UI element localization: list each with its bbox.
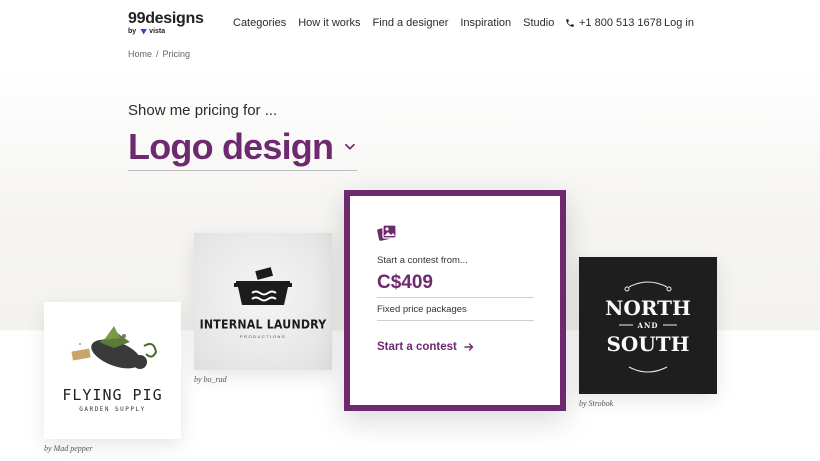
example-logo-card: NORTH AND SOUTH — [579, 257, 717, 394]
and-word: AND — [637, 321, 659, 330]
chevron-down-icon — [345, 143, 355, 150]
north-south-lettering: NORTH AND SOUTH — [605, 281, 691, 373]
breadcrumb-current: Pricing — [162, 49, 191, 59]
nav-item-how-it-works[interactable]: How it works — [298, 17, 360, 29]
divider — [377, 297, 534, 298]
fixed-packages-text: Fixed price packages — [377, 304, 467, 315]
contest-price: C$409 — [377, 272, 433, 293]
nav-item-find-designer[interactable]: Find a designer — [373, 17, 449, 29]
phone-link[interactable]: +1 800 513 1678 — [565, 17, 662, 29]
pricing-prompt: Show me pricing for ... — [128, 102, 278, 119]
arrow-right-icon — [464, 343, 474, 351]
designer-credit[interactable]: by Mad pepper — [44, 444, 92, 453]
nav-item-inspiration[interactable]: Inspiration — [460, 17, 511, 29]
example-logo-card: INTERNAL LAUNDRY PRODUCTIONS — [194, 233, 332, 370]
nav-item-studio[interactable]: Studio — [523, 17, 554, 29]
vista-mark-icon — [140, 28, 148, 35]
breadcrumb-separator: / — [156, 49, 159, 59]
example-logo-subtitle: PRODUCTIONS — [239, 334, 287, 339]
gallery-icon — [377, 224, 397, 241]
brand-logo-sub: by vista — [128, 28, 165, 35]
contest-start-text: Start a contest from... — [377, 255, 468, 266]
example-logo-subtitle: GARDEN SUPPLY — [79, 406, 146, 413]
breadcrumb: Home / Pricing — [128, 49, 190, 59]
start-contest-label: Start a contest — [377, 341, 457, 353]
designer-credit[interactable]: by Strobok — [579, 399, 613, 408]
start-contest-link[interactable]: Start a contest — [377, 341, 475, 353]
breadcrumb-home[interactable]: Home — [128, 49, 152, 59]
example-logo-title: INTERNAL LAUNDRY — [199, 317, 327, 332]
laundry-basket-icon — [234, 267, 292, 305]
example-logo-card: FLYING PIG GARDEN SUPPLY — [44, 302, 181, 439]
flying-pig-illustration — [71, 326, 158, 369]
divider — [377, 320, 534, 321]
login-link[interactable]: Log in — [664, 17, 694, 29]
nav-item-categories[interactable]: Categories — [233, 17, 286, 29]
logo-by-text: by — [128, 28, 137, 35]
south-word: SOUTH — [606, 332, 689, 356]
designer-credit[interactable]: by bo_rad — [194, 375, 227, 384]
category-select[interactable]: Logo design — [128, 124, 357, 171]
pricing-card: Start a contest from... C$409 Fixed pric… — [344, 190, 566, 411]
category-selected-value: Logo design — [128, 126, 334, 167]
main-nav: Categories How it works Find a designer … — [233, 17, 566, 29]
phone-icon — [566, 19, 574, 27]
brand-logo[interactable]: 99designs — [128, 10, 204, 28]
example-logo-title: FLYING PIG — [62, 386, 163, 404]
north-word: NORTH — [605, 296, 691, 320]
phone-number: +1 800 513 1678 — [579, 17, 662, 29]
logo-vista-text: vista — [149, 28, 166, 35]
